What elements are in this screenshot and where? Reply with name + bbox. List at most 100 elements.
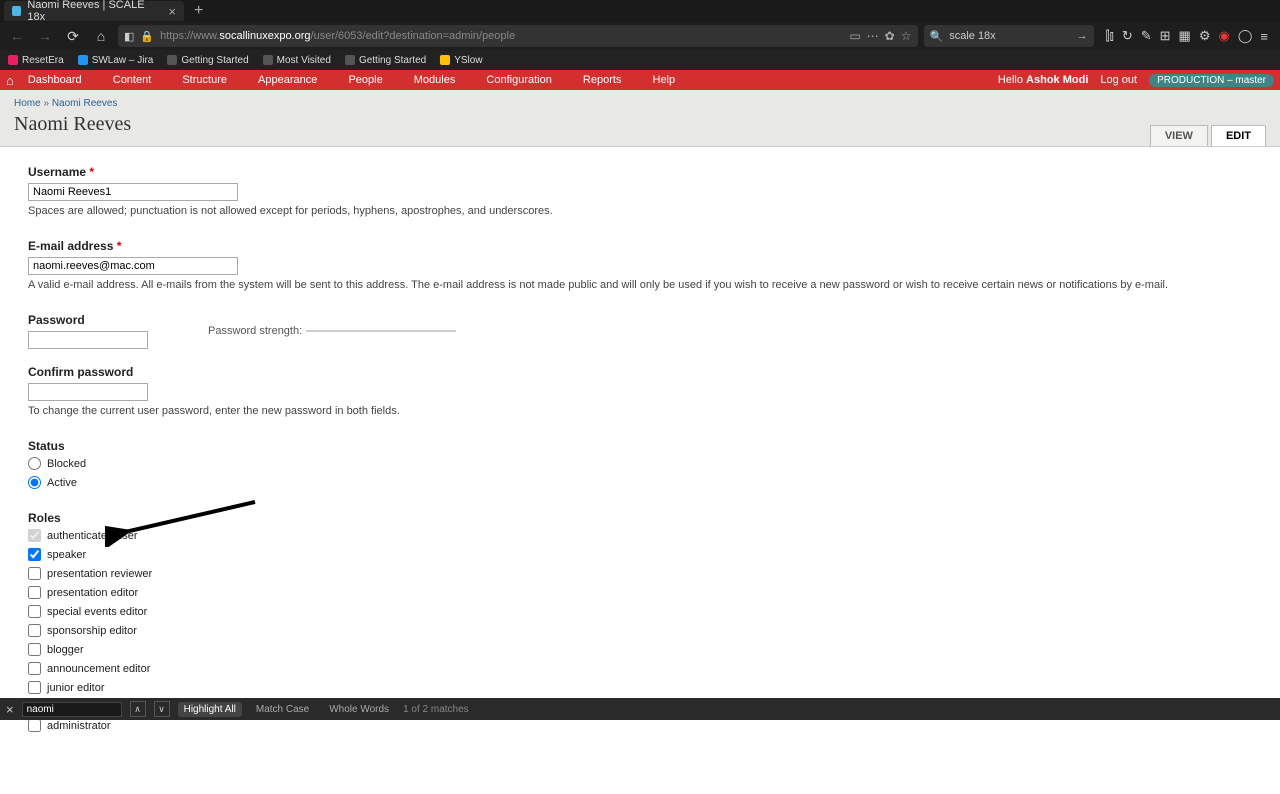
history-icon[interactable]: ↻ (1122, 28, 1133, 44)
confirm-password-label: Confirm password (28, 365, 1252, 379)
find-status: 1 of 2 matches (403, 704, 469, 715)
nav-bar: ← → ⟳ ⌂ ◧ 🔒 https://www.socallinuxexpo.o… (0, 22, 1280, 50)
admin-menu-help[interactable]: Help (653, 74, 676, 86)
search-box[interactable]: 🔍 scale 18x → (924, 25, 1094, 47)
menu-icon[interactable]: ≡ (1260, 29, 1268, 44)
role-checkbox-administrator[interactable] (28, 719, 41, 732)
bookmark-item[interactable]: Most Visited (263, 55, 331, 66)
bookmark-item[interactable]: YSlow (440, 55, 482, 66)
role-label: announcement editor (47, 663, 150, 675)
role-checkbox-sponsorship editor[interactable] (28, 624, 41, 637)
admin-menu-dashboard[interactable]: Dashboard (28, 74, 82, 86)
tab-edit[interactable]: EDIT (1211, 125, 1266, 146)
shield-icon[interactable]: ◧ (124, 30, 134, 43)
logout-link[interactable]: Log out (1100, 74, 1137, 86)
go-icon[interactable]: → (1077, 30, 1088, 42)
bookmark-icon (167, 55, 177, 65)
tab-view[interactable]: VIEW (1150, 125, 1208, 146)
url-actions: ▭ ⋯ ✿ ☆ (849, 29, 911, 43)
account-icon[interactable]: ◯ (1238, 28, 1253, 44)
admin-home-icon[interactable]: ⌂ (6, 73, 14, 88)
email-help: A valid e-mail address. All e-mails from… (28, 279, 1252, 291)
breadcrumb: Home » Naomi Reeves (14, 98, 1266, 109)
ext1-icon[interactable]: ◉ (1219, 28, 1230, 44)
role-checkbox-presentation editor[interactable] (28, 586, 41, 599)
status-blocked-radio[interactable] (28, 457, 41, 470)
library-icon[interactable]: ⫿⫾ (1106, 28, 1114, 44)
url-bar[interactable]: ◧ 🔒 https://www.socallinuxexpo.org/user/… (118, 25, 918, 47)
role-label: authenticated user (47, 530, 138, 542)
role-checkbox-authenticated user (28, 529, 41, 542)
pen-icon[interactable]: ✎ (1141, 28, 1152, 44)
status-label: Status (28, 439, 1252, 453)
password-strength: Password strength: (208, 325, 456, 337)
toolbar-right: ⫿⫾ ↻ ✎ ⊞ ▦ ⚙ ◉ ◯ ≡ (1100, 28, 1275, 44)
back-button[interactable]: ← (6, 25, 28, 47)
find-close-button[interactable]: × (6, 702, 14, 717)
status-active-label: Active (47, 477, 77, 489)
tab-bar: Naomi Reeves | SCALE 18x × + (0, 0, 1280, 22)
password-help: To change the current user password, ent… (28, 405, 1252, 417)
admin-menu-configuration[interactable]: Configuration (486, 74, 551, 86)
role-label: sponsorship editor (47, 625, 137, 637)
bookmark-bar: ResetEra SWLaw – Jira Getting Started Most … (0, 50, 1280, 70)
admin-menu-content[interactable]: Content (113, 74, 152, 86)
match-case-toggle[interactable]: Match Case (250, 702, 315, 717)
grid-icon[interactable]: ⊞ (1160, 28, 1171, 44)
favicon-icon (12, 6, 21, 16)
role-checkbox-presentation reviewer[interactable] (28, 567, 41, 580)
find-prev-button[interactable]: ∧ (130, 701, 146, 717)
bookmark-item[interactable]: Getting Started (345, 55, 426, 66)
roles-label: Roles (28, 511, 1252, 525)
star-icon[interactable]: ☆ (901, 29, 912, 43)
highlight-all-toggle[interactable]: Highlight All (178, 702, 242, 717)
bookmarks-icon[interactable]: ✿ (885, 29, 895, 43)
reader-icon[interactable]: ▭ (849, 29, 860, 43)
admin-menu-appearance[interactable]: Appearance (258, 74, 317, 86)
reload-button[interactable]: ⟳ (62, 25, 84, 47)
browser-tab[interactable]: Naomi Reeves | SCALE 18x × (4, 1, 184, 21)
page-title: Naomi Reeves (14, 109, 1266, 146)
more-icon[interactable]: ⋯ (867, 29, 879, 43)
admin-menu-reports[interactable]: Reports (583, 74, 622, 86)
confirm-password-input[interactable] (28, 383, 148, 401)
search-icon: 🔍 (930, 30, 944, 43)
password-label: Password (28, 313, 148, 327)
close-tab-icon[interactable]: × (168, 4, 176, 19)
role-checkbox-speaker[interactable] (28, 548, 41, 561)
role-checkbox-junior editor[interactable] (28, 681, 41, 694)
admin-menu-people[interactable]: People (348, 74, 382, 86)
admin-menu-structure[interactable]: Structure (182, 74, 227, 86)
breadcrumb-home[interactable]: Home (14, 98, 41, 109)
bookmark-item[interactable]: SWLaw – Jira (78, 55, 154, 66)
tab-title: Naomi Reeves | SCALE 18x (27, 0, 156, 23)
greeting: Hello Ashok Modi (998, 74, 1088, 86)
breadcrumb-current[interactable]: Naomi Reeves (52, 98, 118, 109)
username-input[interactable] (28, 183, 238, 201)
gear-icon[interactable]: ⚙ (1199, 28, 1211, 44)
role-checkbox-blogger[interactable] (28, 643, 41, 656)
find-input[interactable] (22, 702, 122, 717)
role-checkbox-special events editor[interactable] (28, 605, 41, 618)
password-input[interactable] (28, 331, 148, 349)
email-label: E-mail address * (28, 239, 1252, 253)
role-label: speaker (47, 549, 86, 561)
role-label: administrator (47, 720, 111, 732)
bookmark-item[interactable]: ResetEra (8, 55, 64, 66)
new-tab-button[interactable]: + (188, 2, 209, 20)
bookmark-icon (78, 55, 88, 65)
browser-chrome: Naomi Reeves | SCALE 18x × + ← → ⟳ ⌂ ◧ 🔒… (0, 0, 1280, 70)
status-active-radio[interactable] (28, 476, 41, 489)
email-input[interactable] (28, 257, 238, 275)
admin-menu-modules[interactable]: Modules (414, 74, 456, 86)
lock-icon[interactable]: 🔒 (140, 30, 154, 43)
whole-words-toggle[interactable]: Whole Words (323, 702, 395, 717)
home-button[interactable]: ⌂ (90, 25, 112, 47)
username-help: Spaces are allowed; punctuation is not a… (28, 205, 1252, 217)
environment-badge: PRODUCTION – master (1149, 74, 1274, 87)
tile-icon[interactable]: ▦ (1179, 28, 1191, 44)
find-next-button[interactable]: ∨ (154, 701, 170, 717)
role-checkbox-announcement editor[interactable] (28, 662, 41, 675)
bookmark-item[interactable]: Getting Started (167, 55, 248, 66)
content-header: Home » Naomi Reeves Naomi Reeves VIEW ED… (0, 90, 1280, 146)
